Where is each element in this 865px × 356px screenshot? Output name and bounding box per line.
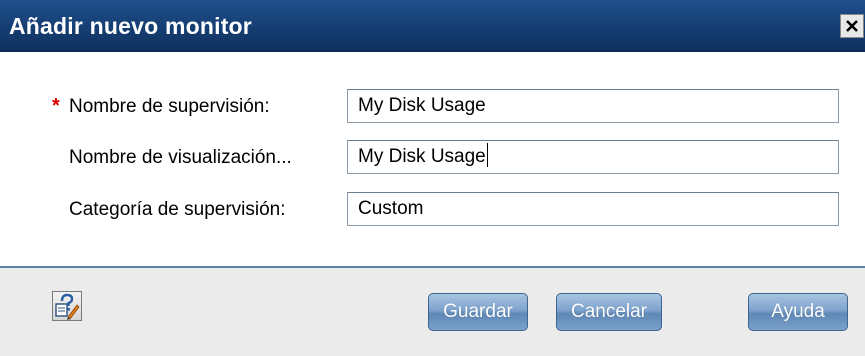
dialog-title: Añadir nuevo monitor	[9, 13, 252, 39]
monitor-name-value: My Disk Usage	[358, 95, 486, 116]
display-name-label: Nombre de visualización...	[69, 147, 292, 168]
help-button[interactable]: Ayuda	[748, 293, 848, 331]
monitor-category-label: Categoría de supervisión:	[69, 199, 286, 220]
close-button[interactable]	[840, 14, 864, 38]
context-help-button[interactable]	[52, 291, 82, 321]
add-monitor-dialog: Añadir nuevo monitor * Nombre de supervi…	[0, 0, 865, 356]
form-row-monitor-name: * Nombre de supervisión: My Disk Usage	[0, 89, 865, 123]
monitor-name-input[interactable]: My Disk Usage	[347, 89, 839, 123]
form-row-monitor-category: Categoría de supervisión: Custom	[0, 192, 865, 226]
form-area: * Nombre de supervisión: My Disk Usage N…	[0, 52, 865, 266]
cancel-button[interactable]: Cancelar	[556, 293, 662, 331]
display-name-value: My Disk Usage	[358, 146, 486, 167]
required-marker: *	[52, 95, 60, 117]
close-icon	[846, 20, 858, 32]
save-button[interactable]: Guardar	[428, 293, 528, 331]
context-help-icon	[55, 293, 80, 320]
display-name-input[interactable]: My Disk Usage	[347, 140, 839, 174]
text-caret	[486, 143, 488, 167]
monitor-category-input[interactable]: Custom	[347, 192, 839, 226]
dialog-footer: Guardar Cancelar Ayuda	[0, 268, 865, 356]
form-row-display-name: Nombre de visualización... My Disk Usage	[0, 140, 865, 174]
monitor-category-value: Custom	[358, 198, 424, 219]
dialog-titlebar[interactable]: Añadir nuevo monitor	[0, 0, 865, 52]
monitor-name-label: Nombre de supervisión:	[69, 96, 270, 117]
